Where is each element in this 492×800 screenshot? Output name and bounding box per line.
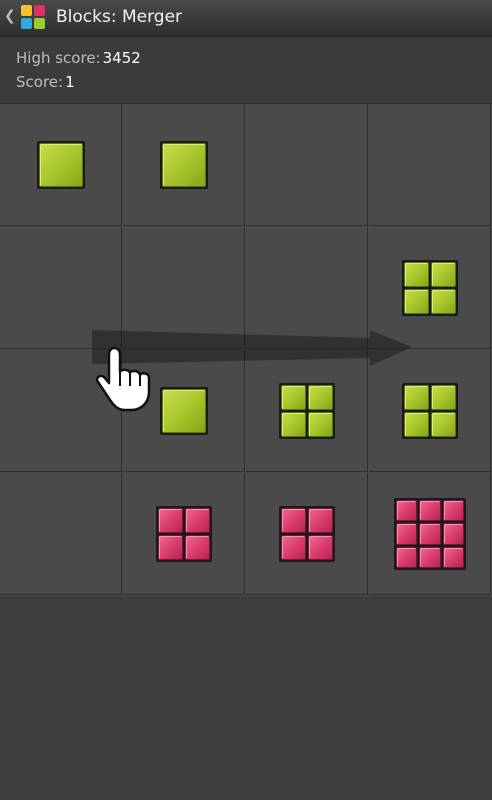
arrow-right-icon bbox=[92, 330, 412, 366]
hand-pointer-icon bbox=[95, 346, 151, 412]
